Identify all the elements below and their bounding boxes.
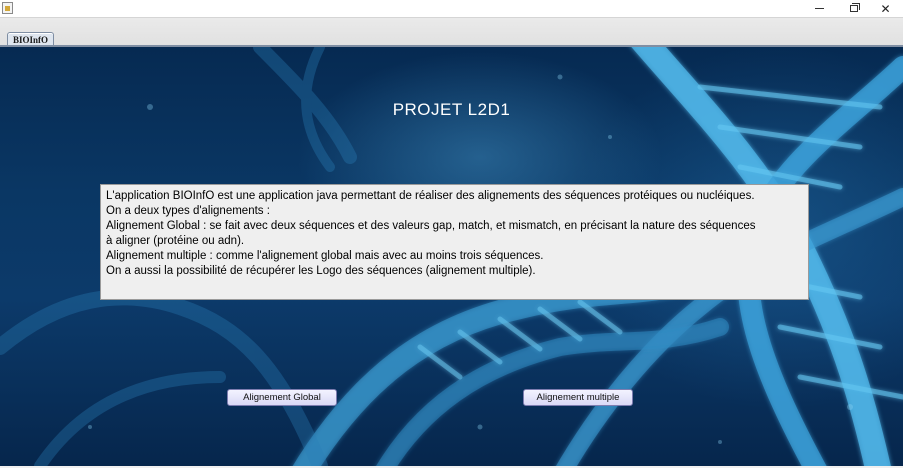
page-title: PROJET L2D1: [392, 100, 511, 119]
alignement-multiple-button[interactable]: Alignement multiple: [523, 389, 633, 406]
alignement-global-button[interactable]: Alignement Global: [227, 389, 337, 406]
minimize-button[interactable]: [803, 0, 836, 17]
tab-strip: BIOInfO: [0, 17, 903, 48]
window-title-bar: ✕: [0, 0, 903, 17]
description-line: Alignement multiple : comme l'alignement…: [106, 250, 544, 262]
restore-button[interactable]: [837, 0, 870, 17]
java-app-icon: [2, 2, 13, 14]
description-text-area: L'application BIOInfO est une applicatio…: [100, 184, 809, 300]
restore-icon: [849, 3, 860, 12]
description-line: On a deux types d'alignements :: [106, 205, 270, 217]
close-icon: ✕: [880, 1, 891, 16]
description-line: L'application BIOInfO est une applicatio…: [106, 190, 755, 202]
description-line: à aligner (protéine ou adn).: [106, 235, 245, 247]
description-line: Alignement Global : se fait avec deux sé…: [106, 220, 756, 232]
close-button[interactable]: ✕: [869, 0, 902, 17]
main-panel: PROJET L2D1 L'application BIOInfO est un…: [0, 47, 903, 466]
minimize-icon: [815, 8, 824, 9]
description-line: On a aussi la possibilité de récupérer l…: [106, 265, 536, 277]
